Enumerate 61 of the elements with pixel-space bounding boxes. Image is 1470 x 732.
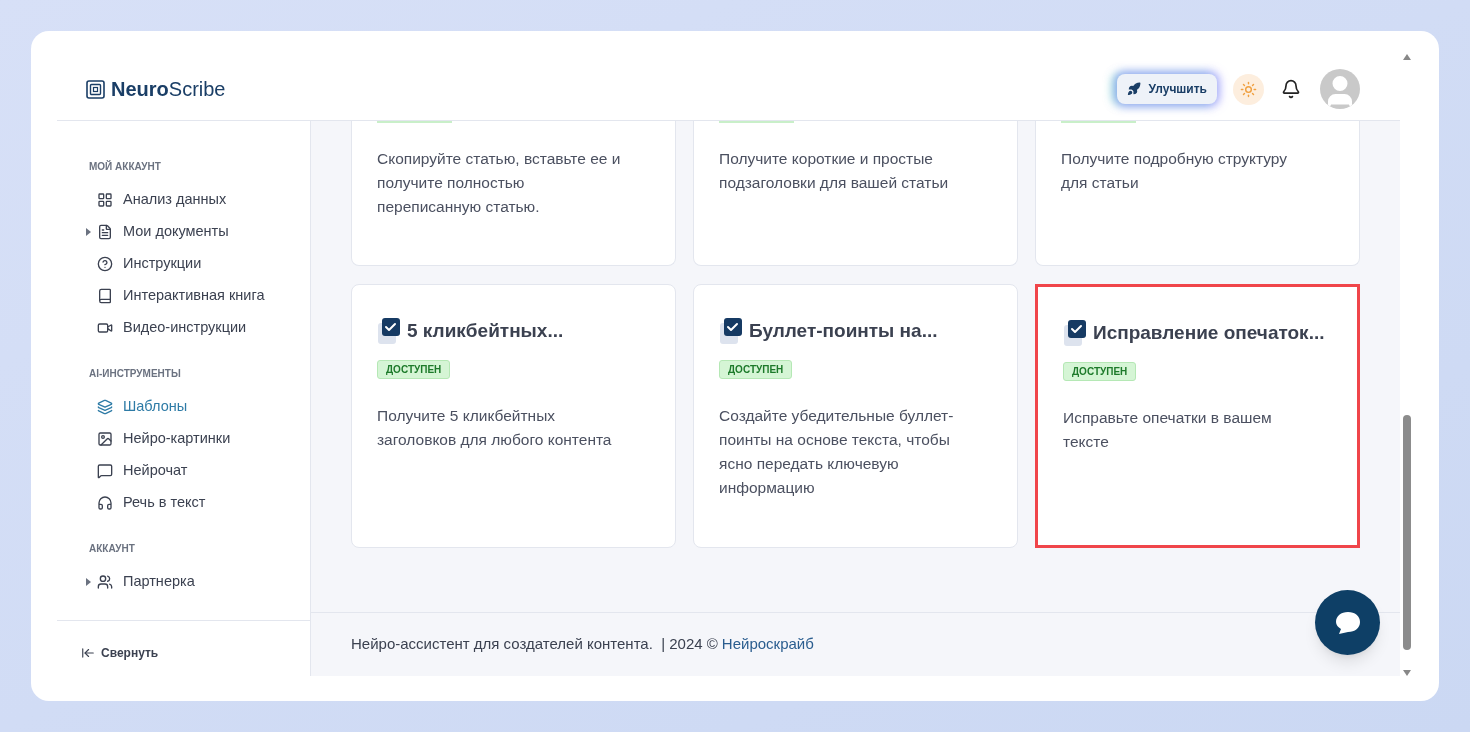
section-heading: МОЙ АККАУНТ [89,159,162,174]
card-description: Создайте убедительные буллет-поинты на основе текста, чтобы ясно передать ключевую информацию [719,405,955,498]
status-badge: ДОСТУПЕН [377,359,451,379]
sidebar-item[interactable]: Видео-инструкции [89,317,247,339]
theme-toggle[interactable] [1233,73,1264,105]
scrollbar-thumb[interactable] [1403,415,1411,650]
sidebar-item[interactable]: Нейрочат [89,460,188,482]
sidebar-item[interactable]: Инструкции [89,253,202,275]
template-card[interactable]: Получите подробную структуру для статьи [1035,121,1360,266]
card-description: Исправьте опечатки в вашем тексте [1063,407,1273,452]
help-icon [97,256,113,272]
template-card[interactable]: Скопируйте статью, вставьте ее и получите полностью переписанную статью. [351,121,676,266]
card-description: Получите 5 кликбейтных заголовков для любого контента [377,405,613,450]
expand-caret-icon[interactable] [86,228,91,236]
scroll-down-arrow-icon[interactable] [1403,670,1411,676]
checkbox-note-icon [719,317,743,346]
arrow-left-to-line-icon [81,645,95,660]
users-icon [97,574,113,590]
checkbox-note-icon [377,317,401,346]
status-badge: ДОСТУПЕН [1063,361,1137,381]
sidebar-item[interactable]: Партнерка [89,571,195,593]
logo-icon [86,79,105,99]
sidebar-item[interactable]: Шаблоны [89,396,188,418]
template-card[interactable]: Исправление опечаток... ДОСТУПЕН Исправьте опечатки в вашем тексте [1035,284,1360,548]
section-heading: АККАУНТ [89,542,136,556]
video-camera-icon [97,320,113,336]
chat-icon [97,463,113,479]
sidebar-item[interactable]: Нейро-картинки [89,428,231,450]
status-badge: ДОСТУПЕН [719,359,793,379]
footer-link[interactable]: Нейроскрайб [721,633,814,656]
upgrade-button[interactable]: Улучшить [1116,74,1217,104]
card-description: Получите подробную структуру для статьи [1061,149,1288,193]
sidebar-item[interactable]: Анализ данных [89,189,227,211]
book-icon [97,288,113,304]
image-icon [97,431,113,447]
footer-text: Нейро-ассистент для создателей контента. | 2024 © [351,634,718,655]
speech-bubble-icon [1334,610,1361,635]
sidebar-item[interactable]: Интерактивная книга [89,285,265,307]
template-card[interactable]: Буллет-поинты на... ДОСТУПЕН Создайте убедительные буллет-поинты на основе текста, чтобы ясно передать ключевую информацию [693,284,1018,548]
grid-icon [97,192,113,208]
section-heading: AI-ИНСТРУМЕНТЫ [89,367,182,381]
sidebar-item[interactable]: Речь в текст [89,492,206,514]
expand-caret-icon[interactable] [86,578,91,586]
card-title: 5 кликбейтных... [407,319,564,343]
card-description: Скопируйте статью, вставьте ее и получите полностью переписанную статью. [377,149,622,217]
checkbox-note-icon [1063,319,1087,348]
document-icon [97,224,113,240]
sun-icon [1240,80,1257,98]
card-title: Буллет-поинты на... [749,319,938,343]
template-card[interactable]: 5 кликбейтных... ДОСТУПЕН Получите 5 кликбейтных заголовков для любого контента [351,284,676,548]
collapse-button[interactable]: Свернуть [81,643,159,662]
sidebar-item[interactable]: Мои документы [89,221,229,243]
layers-icon [97,399,113,415]
notification-bell-icon[interactable] [1281,79,1301,99]
headphones-icon [97,495,113,511]
rocket-icon [1126,82,1141,96]
card-title: Исправление опечаток... [1093,321,1325,345]
brand-name[interactable]: NeuroScribe [111,74,226,104]
scroll-up-arrow-icon[interactable] [1403,54,1411,60]
card-description: Получите короткие и простые подзаголовки для вашей статьи [719,149,950,193]
template-card[interactable]: Получите короткие и простые подзаголовки для вашей статьи [693,121,1018,266]
